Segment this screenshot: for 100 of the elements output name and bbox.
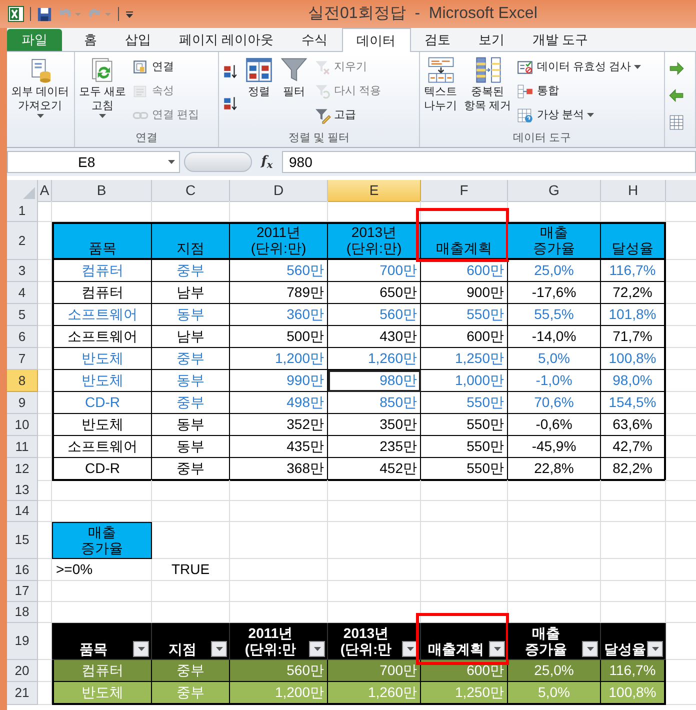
row-header[interactable]: 17 <box>7 581 38 602</box>
select-all-corner[interactable] <box>7 180 38 202</box>
filter-dropdown-button[interactable] <box>489 641 505 657</box>
empty-cell[interactable] <box>421 501 508 522</box>
column-header[interactable]: B <box>52 180 152 202</box>
empty-cell[interactable] <box>152 501 230 522</box>
row-header[interactable]: 3 <box>7 260 38 282</box>
empty-cell[interactable] <box>152 581 230 602</box>
ribbon-tab[interactable]: 페이지 레이아웃 <box>165 29 288 51</box>
row-header[interactable]: 21 <box>7 682 38 705</box>
row-header[interactable]: 1 <box>7 201 38 222</box>
ribbon-button[interactable]: 중복된 항목 제거 <box>463 56 512 131</box>
empty-cell[interactable] <box>328 559 421 581</box>
column-header[interactable]: C <box>152 180 230 202</box>
empty-cell[interactable] <box>230 480 328 501</box>
insert-function-button[interactable]: f$_{x}$ <box>256 152 278 172</box>
row-header[interactable]: 16 <box>7 559 38 581</box>
row-header[interactable]: 15 <box>7 522 38 559</box>
empty-cell[interactable] <box>508 480 601 501</box>
row-header[interactable]: 11 <box>7 436 38 458</box>
column-header[interactable]: G <box>508 180 601 202</box>
column-header[interactable]: A <box>38 180 52 202</box>
empty-cell[interactable] <box>328 480 421 501</box>
ribbon-button[interactable]: 고급 <box>314 104 382 126</box>
column-header[interactable]: H <box>601 180 666 202</box>
formula-bar-grip[interactable] <box>184 152 252 172</box>
ribbon-tab[interactable]: 삽입 <box>111 29 165 51</box>
column-header[interactable]: F <box>421 180 508 202</box>
empty-cell[interactable] <box>601 522 666 559</box>
row-header[interactable]: 14 <box>7 501 38 522</box>
ribbon-tab[interactable]: 홈 <box>70 29 111 51</box>
empty-cell[interactable] <box>421 581 508 602</box>
row-header[interactable]: 2 <box>7 222 38 260</box>
customize-menu-icon[interactable] <box>125 10 134 18</box>
empty-cell[interactable] <box>601 581 666 602</box>
ribbon-tab[interactable]: 검토 <box>410 29 465 51</box>
empty-cell[interactable] <box>421 522 508 559</box>
empty-cell[interactable] <box>421 480 508 501</box>
ribbon-button[interactable]: 필터 <box>279 56 309 131</box>
ribbon-tab[interactable]: 수식 <box>288 29 342 51</box>
empty-cell[interactable] <box>230 501 328 522</box>
filter-dropdown-button[interactable] <box>582 641 598 657</box>
empty-cell[interactable] <box>508 559 601 581</box>
filter-dropdown-button[interactable] <box>309 641 325 657</box>
row-header[interactable]: 6 <box>7 326 38 348</box>
ribbon-button[interactable]: 가상 분석 <box>517 104 642 126</box>
row-header[interactable]: 20 <box>7 660 38 682</box>
column-header[interactable]: E <box>328 180 421 202</box>
column-header[interactable]: D <box>230 180 328 202</box>
ribbon-tab[interactable]: 보기 <box>464 29 519 51</box>
row-header[interactable]: 7 <box>7 348 38 370</box>
row-header[interactable]: 8 <box>7 370 38 392</box>
row-header[interactable]: 9 <box>7 392 38 414</box>
row-header[interactable]: 19 <box>7 623 38 660</box>
empty-cell[interactable] <box>328 522 421 559</box>
ribbon-button[interactable]: 외부 데이터 가져오기 <box>10 56 70 131</box>
ribbon-button[interactable]: 데이터 유효성 검사 <box>517 56 642 78</box>
empty-cell[interactable] <box>52 581 152 602</box>
ribbon-button[interactable]: 통합 <box>517 80 642 102</box>
ribbon-button[interactable]: 연결 <box>132 56 200 78</box>
ribbon-button[interactable]: 텍스트 나누기 <box>423 56 458 131</box>
consolidate-icon <box>517 82 534 100</box>
row-header[interactable]: 13 <box>7 480 38 501</box>
empty-cell[interactable] <box>38 602 52 623</box>
empty-cell[interactable] <box>508 581 601 602</box>
row-header[interactable]: 5 <box>7 304 38 326</box>
filter-dropdown-button[interactable] <box>211 641 227 657</box>
ribbon-button[interactable]: 모두 새로 고침 <box>78 56 128 131</box>
row-header[interactable]: 18 <box>7 602 38 623</box>
file-tab[interactable]: 파일 <box>7 29 62 51</box>
empty-cell[interactable] <box>38 480 52 501</box>
table-cell: 25,0% <box>508 660 601 682</box>
empty-cell[interactable] <box>230 522 328 559</box>
row-header[interactable]: 12 <box>7 458 38 481</box>
ribbon-tab[interactable]: 데이터 <box>342 28 411 52</box>
empty-cell[interactable] <box>508 501 601 522</box>
empty-cell[interactable] <box>421 559 508 581</box>
empty-cell[interactable] <box>601 480 666 501</box>
empty-cell[interactable] <box>328 581 421 602</box>
filter-dropdown-button[interactable] <box>647 641 663 657</box>
empty-cell[interactable] <box>601 559 666 581</box>
name-box[interactable]: E8 <box>7 151 180 173</box>
empty-cell[interactable] <box>508 522 601 559</box>
empty-cell[interactable] <box>601 501 666 522</box>
row-header[interactable]: 10 <box>7 414 38 436</box>
empty-cell[interactable] <box>52 480 152 501</box>
ribbon-button[interactable]: 정렬 <box>244 56 274 131</box>
empty-cell[interactable] <box>328 501 421 522</box>
spreadsheet-logo-icon[interactable] <box>8 6 24 22</box>
empty-cell[interactable] <box>230 559 328 581</box>
filter-dropdown-button[interactable] <box>133 641 149 657</box>
empty-cell[interactable] <box>152 480 230 501</box>
save-icon[interactable] <box>37 6 52 22</box>
empty-cell[interactable] <box>38 581 52 602</box>
empty-cell[interactable] <box>38 501 52 522</box>
empty-cell[interactable] <box>230 581 328 602</box>
formula-field[interactable]: 980 <box>282 151 696 173</box>
row-header[interactable]: 4 <box>7 282 38 304</box>
empty-cell[interactable] <box>38 559 52 581</box>
ribbon-tab[interactable]: 개발 도구 <box>518 29 602 51</box>
